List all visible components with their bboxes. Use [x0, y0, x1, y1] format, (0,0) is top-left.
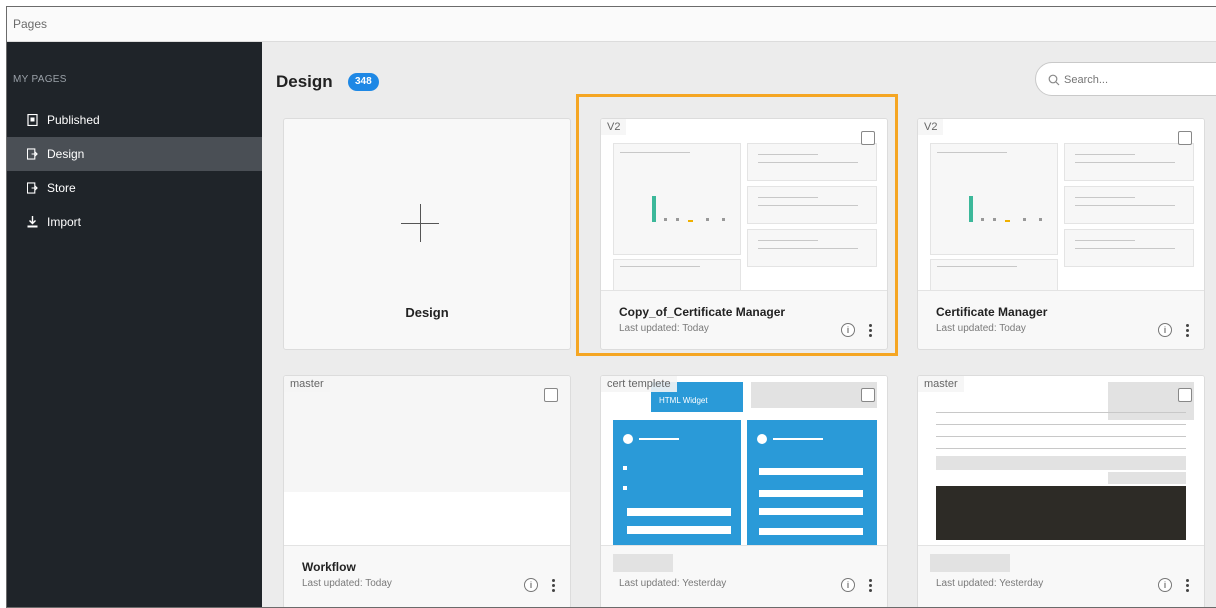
window-title: Pages — [13, 17, 48, 31]
select-checkbox[interactable] — [861, 388, 875, 402]
select-checkbox[interactable] — [544, 388, 558, 402]
blurred-title — [930, 554, 1010, 572]
plus-icon-vertical — [420, 204, 421, 242]
version-tag: V2 — [918, 119, 944, 135]
sidebar-item-import[interactable]: Import — [7, 205, 262, 239]
sidebar-item-label: Store — [47, 181, 76, 195]
sidebar: MY PAGES Published Design Store Import — [7, 42, 262, 607]
page-thumbnail: V2 — [918, 119, 1204, 291]
design-icon — [27, 148, 38, 160]
sidebar-item-label: Published — [47, 113, 100, 127]
thumb-form-panel — [613, 420, 741, 545]
page-card[interactable]: HTML Widget cert templete Last updated: … — [600, 375, 888, 607]
count-badge: 348 — [348, 73, 379, 91]
store-icon — [27, 182, 38, 194]
new-design-card[interactable]: Design — [283, 118, 571, 350]
version-tag: master — [284, 376, 330, 392]
thumb-dark-panel — [936, 486, 1186, 540]
card-updated: Last updated: Yesterday — [936, 578, 1044, 589]
card-updated: Last updated: Today — [936, 323, 1026, 334]
thumb-widget-panel — [1064, 186, 1194, 224]
version-tag: cert templete — [601, 376, 677, 392]
page-card[interactable]: master Last updated: Yesterday i — [917, 375, 1205, 607]
published-icon — [27, 114, 38, 126]
card-title: Workflow — [302, 560, 356, 574]
import-icon — [27, 216, 38, 228]
thumb-widget-panel — [1064, 229, 1194, 267]
card-title: Design — [405, 305, 449, 320]
blurred-title — [613, 554, 673, 572]
sidebar-item-label: Design — [47, 147, 85, 161]
more-menu-icon[interactable] — [550, 578, 556, 592]
sidebar-item-design[interactable]: Design — [7, 137, 262, 171]
page-card[interactable]: master Workflow Last updated: Today i — [283, 375, 571, 607]
version-tag: master — [918, 376, 964, 392]
thumb-widget-panel — [1064, 143, 1194, 181]
page-title: Design — [276, 72, 333, 91]
select-checkbox[interactable] — [1178, 131, 1192, 145]
info-icon[interactable]: i — [841, 578, 855, 592]
info-icon[interactable]: i — [1158, 323, 1172, 337]
search-input[interactable] — [1064, 71, 1214, 89]
sidebar-heading: MY PAGES — [13, 74, 67, 85]
thumb-status-panel — [930, 259, 1058, 290]
title-bar: Pages — [7, 7, 1216, 42]
card-title: Certificate Manager — [936, 305, 1048, 319]
sidebar-item-store[interactable]: Store — [7, 171, 262, 205]
page-thumbnail: HTML Widget cert templete — [601, 376, 887, 546]
more-menu-icon[interactable] — [1184, 578, 1190, 592]
more-menu-icon[interactable] — [867, 578, 873, 592]
page-card[interactable]: V2 Certificate Manager Last updated: Tod… — [917, 118, 1205, 350]
sidebar-item-published[interactable]: Published — [7, 103, 262, 137]
info-icon[interactable]: i — [1158, 578, 1172, 592]
page-thumbnail: master — [284, 376, 570, 546]
search-icon — [1048, 73, 1060, 86]
more-menu-icon[interactable] — [1184, 323, 1190, 337]
select-checkbox[interactable] — [1178, 388, 1192, 402]
thumb-form-panel — [747, 420, 877, 545]
info-icon[interactable]: i — [524, 578, 538, 592]
card-updated: Last updated: Yesterday — [619, 578, 727, 589]
selection-highlight — [576, 94, 898, 356]
card-updated: Last updated: Today — [302, 578, 392, 589]
sidebar-item-label: Import — [47, 215, 82, 229]
thumb-chart-panel — [930, 143, 1058, 255]
page-thumbnail: master — [918, 376, 1204, 546]
search-box[interactable] — [1035, 62, 1216, 96]
